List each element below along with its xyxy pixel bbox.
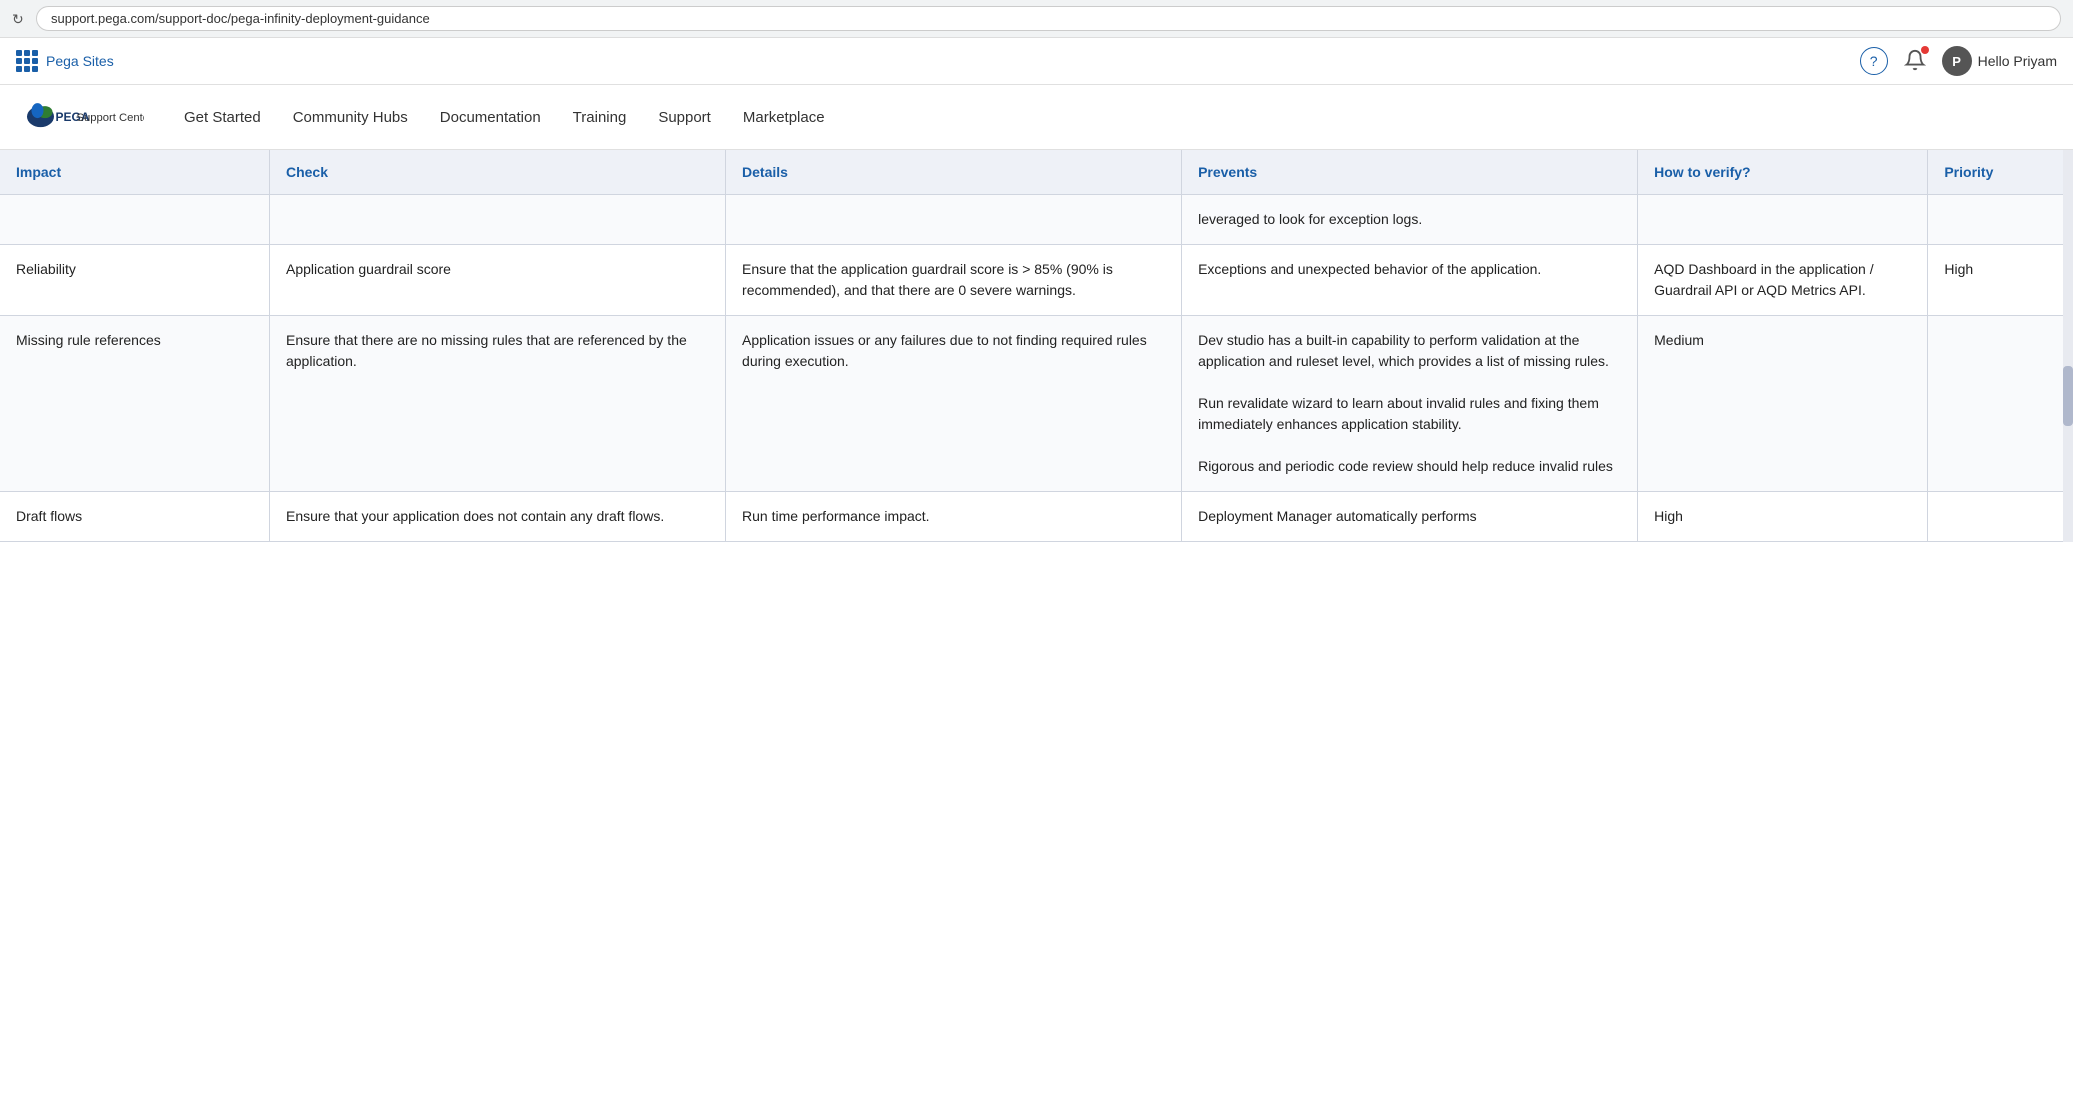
cell-details-3: Run time performance impact. bbox=[726, 492, 1182, 542]
cell-priority-2 bbox=[1928, 316, 2073, 492]
nav-training[interactable]: Training bbox=[573, 109, 627, 126]
logo-container: PEGA Support Center bbox=[24, 97, 144, 137]
deployment-table: Impact Check Details Prevents How to ver… bbox=[0, 150, 2073, 542]
user-menu[interactable]: P Hello Priyam bbox=[1942, 46, 2057, 76]
nav-community-hubs[interactable]: Community Hubs bbox=[293, 109, 408, 126]
table-row: Draft flows Ensure that your application… bbox=[0, 492, 2073, 542]
cell-priority-1: High bbox=[1928, 245, 2073, 316]
cell-check-1: Application guardrail score bbox=[269, 245, 725, 316]
scrollbar-track[interactable] bbox=[2063, 150, 2073, 542]
col-header-check: Check bbox=[269, 150, 725, 195]
table-row: Missing rule references Ensure that ther… bbox=[0, 316, 2073, 492]
col-header-impact: Impact bbox=[0, 150, 269, 195]
nav-links: Get Started Community Hubs Documentation… bbox=[184, 109, 825, 126]
table-header-row: Impact Check Details Prevents How to ver… bbox=[0, 150, 2073, 195]
col-header-prevents: Prevents bbox=[1182, 150, 1638, 195]
nav-documentation[interactable]: Documentation bbox=[440, 109, 541, 126]
pega-logo[interactable]: PEGA Support Center bbox=[24, 97, 144, 137]
content-area: Impact Check Details Prevents How to ver… bbox=[0, 150, 2073, 542]
apps-grid-icon[interactable] bbox=[16, 50, 38, 72]
nav-support[interactable]: Support bbox=[658, 109, 711, 126]
cell-details-1: Ensure that the application guardrail sc… bbox=[726, 245, 1182, 316]
svg-text:Support Center: Support Center bbox=[77, 112, 145, 124]
cell-check-0 bbox=[269, 195, 725, 245]
reload-icon[interactable]: ↻ bbox=[12, 11, 28, 27]
cell-check-3: Ensure that your application does not co… bbox=[269, 492, 725, 542]
top-bar: Pega Sites ? P Hello Priyam bbox=[0, 38, 2073, 85]
cell-details-0 bbox=[726, 195, 1182, 245]
cell-prevents-3: Deployment Manager automatically perform… bbox=[1182, 492, 1638, 542]
cell-impact-0 bbox=[0, 195, 269, 245]
browser-toolbar: ↻ support.pega.com/support-doc/pega-infi… bbox=[0, 0, 2073, 37]
cell-verify-2: Medium bbox=[1638, 316, 1928, 492]
browser-chrome: ↻ support.pega.com/support-doc/pega-infi… bbox=[0, 0, 2073, 38]
nav-get-started[interactable]: Get Started bbox=[184, 109, 261, 126]
cell-verify-0 bbox=[1638, 195, 1928, 245]
table-wrapper: Impact Check Details Prevents How to ver… bbox=[0, 150, 2073, 542]
pega-sites-label[interactable]: Pega Sites bbox=[46, 53, 114, 69]
cell-verify-3: High bbox=[1638, 492, 1928, 542]
top-bar-left: Pega Sites bbox=[16, 50, 114, 72]
cell-prevents-1: Exceptions and unexpected behavior of th… bbox=[1182, 245, 1638, 316]
cell-priority-3 bbox=[1928, 492, 2073, 542]
notification-icon[interactable] bbox=[1904, 49, 1926, 74]
cell-prevents-2: Dev studio has a built-in capability to … bbox=[1182, 316, 1638, 492]
col-header-details: Details bbox=[726, 150, 1182, 195]
col-header-priority: Priority bbox=[1928, 150, 2073, 195]
main-nav: PEGA Support Center Get Started Communit… bbox=[0, 85, 2073, 150]
cell-verify-1: AQD Dashboard in the application / Guard… bbox=[1638, 245, 1928, 316]
help-icon[interactable]: ? bbox=[1860, 47, 1888, 75]
user-name: Hello Priyam bbox=[1978, 53, 2057, 69]
cell-priority-0 bbox=[1928, 195, 2073, 245]
cell-impact-1: Reliability bbox=[0, 245, 269, 316]
table-row: leveraged to look for exception logs. bbox=[0, 195, 2073, 245]
table-row: Reliability Application guardrail score … bbox=[0, 245, 2073, 316]
cell-check-2: Ensure that there are no missing rules t… bbox=[269, 316, 725, 492]
notification-badge bbox=[1921, 46, 1929, 54]
scrollbar-thumb[interactable] bbox=[2063, 366, 2073, 426]
col-header-verify: How to verify? bbox=[1638, 150, 1928, 195]
top-bar-right: ? P Hello Priyam bbox=[1860, 46, 2057, 76]
user-avatar: P bbox=[1942, 46, 1972, 76]
cell-impact-3: Draft flows bbox=[0, 492, 269, 542]
cell-details-2: Application issues or any failures due t… bbox=[726, 316, 1182, 492]
cell-impact-2: Missing rule references bbox=[0, 316, 269, 492]
address-bar[interactable]: support.pega.com/support-doc/pega-infini… bbox=[36, 6, 2061, 31]
nav-marketplace[interactable]: Marketplace bbox=[743, 109, 825, 126]
cell-prevents-0: leveraged to look for exception logs. bbox=[1182, 195, 1638, 245]
